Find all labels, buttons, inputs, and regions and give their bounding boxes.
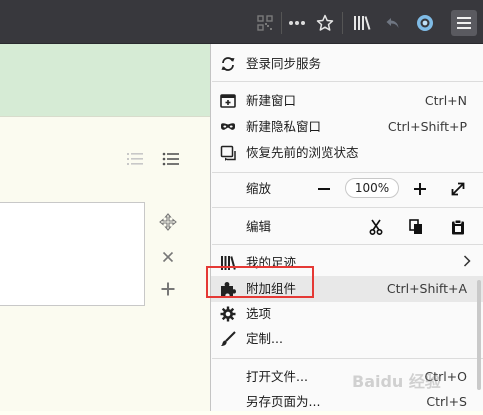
browser-toolbar [0,0,483,44]
copy-icon[interactable] [407,218,425,236]
zoom-out-icon[interactable] [315,180,333,198]
shortcut-label: Ctrl+Shift+A [386,281,467,296]
more-actions-icon[interactable] [284,10,310,36]
sync-icon [220,56,236,72]
menu-item-sync[interactable]: 登录同步服务 [211,51,483,77]
list-icon[interactable] [162,150,180,168]
edit-label: 编辑 [246,219,272,234]
fullscreen-icon[interactable] [449,180,467,198]
menu-item-label: 打开文件... [246,369,308,384]
page-header-band [0,44,210,116]
bookmark-star-icon[interactable] [312,10,338,36]
menu-item-label: 新建窗口 [246,93,297,108]
move-icon[interactable] [159,213,177,231]
brush-icon [220,331,236,347]
menu-item-label: 恢复先前的浏览状态 [246,145,359,160]
restore-session-icon [220,145,236,161]
menu-separator [212,207,483,208]
zoom-reset-button[interactable]: 100% [345,178,399,198]
ordered-list-icon[interactable] [126,150,144,168]
menu-edit-row: 编辑 [211,214,483,240]
hamburger-menu-icon[interactable] [451,10,477,36]
toolbar-separator [342,12,343,34]
qr-code-icon[interactable] [252,10,278,36]
text-editor-box[interactable] [0,202,145,306]
app-menu-panel: 登录同步服务 新建窗口 Ctrl+N 新建隐私窗口 Ctrl+Shift+P 恢… [210,44,483,411]
cut-icon[interactable] [367,218,385,236]
menu-item-private-window[interactable]: 新建隐私窗口 Ctrl+Shift+P [211,114,483,140]
menu-item-label: 选项 [246,306,272,321]
library-icon[interactable] [349,10,375,36]
menu-separator [212,81,483,82]
menu-item-label: 登录同步服务 [246,56,322,71]
zoom-label: 缩放 [246,181,272,196]
mask-icon [220,119,236,135]
shortcut-label: Ctrl+O [424,369,467,384]
shortcut-label: Ctrl+S [426,394,467,409]
undo-icon[interactable] [380,10,406,36]
chevron-right-icon [463,255,471,271]
shortcut-label: Ctrl+Shift+P [387,119,467,134]
menu-item-addons[interactable]: 附加组件 Ctrl+Shift+A [211,276,483,302]
menu-item-label: 附加组件 [246,281,297,296]
menu-item-customize[interactable]: 定制... [211,326,483,352]
menu-item-label: 新建隐私窗口 [246,119,322,134]
add-icon[interactable] [159,280,177,298]
zoom-in-icon[interactable] [411,180,429,198]
paste-icon[interactable] [449,218,467,236]
menu-separator [212,244,483,245]
menu-item-restore-session[interactable]: 恢复先前的浏览状态 [211,140,483,166]
toolbar-separator [281,12,282,34]
menu-item-open-file[interactable]: 打开文件... Ctrl+O [211,364,483,390]
new-window-icon [220,93,236,109]
menu-item-save-page[interactable]: 另存页面为... Ctrl+S [211,389,483,415]
menu-item-options[interactable]: 选项 [211,301,483,327]
close-icon[interactable] [159,248,177,266]
shortcut-label: Ctrl+N [424,93,467,108]
puzzle-icon [220,281,236,297]
menu-zoom-row: 缩放 100% [211,176,483,202]
menu-item-label: 另存页面为... [246,394,321,409]
menu-separator [212,358,483,359]
menu-separator [212,172,483,173]
gear-icon [220,306,236,322]
menu-scrollbar[interactable] [477,280,481,390]
menu-item-label: 我的足迹 [246,255,297,270]
library-icon [220,255,236,271]
menu-item-new-window[interactable]: 新建窗口 Ctrl+N [211,88,483,114]
menu-item-label: 定制... [246,331,283,346]
menu-item-library[interactable]: 我的足迹 [211,250,483,276]
profile-icon[interactable] [412,10,438,36]
